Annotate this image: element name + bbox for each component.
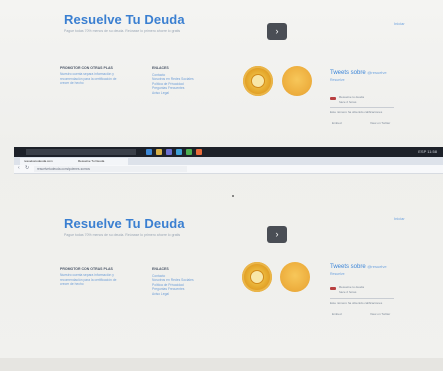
review-note: Este número ha obtenido calificaciones — [330, 110, 383, 114]
left-column-text: Nuestro cuenta separa información y reco… — [60, 273, 117, 286]
review-footer-right[interactable]: View on Twitter — [370, 121, 390, 125]
seal-badge-icon — [242, 262, 272, 292]
flag-icon — [330, 287, 336, 290]
review-title: Tweets sobre @resuelve — [330, 264, 387, 270]
screen-bottom-edge — [0, 358, 443, 371]
link-item[interactable]: Aviso Legal — [152, 292, 194, 296]
review-divider — [330, 298, 394, 299]
left-column-heading: PROMOTOR CON OTRAS PLAS — [60, 66, 113, 70]
review-title-text: Tweets sobre — [330, 70, 366, 76]
review-handle[interactable]: @resuelve — [367, 70, 386, 75]
review-handle[interactable]: @resuelve — [367, 264, 386, 269]
edge-icon[interactable] — [146, 149, 152, 155]
review-sub: Resuelve — [330, 272, 345, 276]
url-field[interactable]: resuelvetudeuda.com/quienes-somos — [34, 166, 187, 172]
hero-subtitle: Pague todas 70% menos de su deuda. Reúna… — [64, 233, 181, 237]
browser-tab-2[interactable]: Resuelve Tu Deuda — [74, 158, 128, 165]
bleed-through-text — [110, 128, 114, 140]
left-column-text: Nuestro cuenta separa información y reco… — [60, 72, 117, 85]
chrome-icon[interactable] — [186, 149, 192, 155]
links-list: Contacto Nosotros en Redes Sociales Polí… — [152, 73, 194, 95]
top-link[interactable]: Iniciar — [394, 216, 405, 221]
taskbar-search[interactable] — [26, 149, 136, 155]
browser-tab-strip: resuelvetudeuda.com Resuelve Tu Deuda — [14, 157, 443, 165]
review-footer-right[interactable]: View on Twitter — [370, 312, 390, 316]
content-panel-bottom: Resuelve Tu Deuda Pague todas 70% menos … — [40, 212, 412, 332]
mail-icon[interactable] — [176, 149, 182, 155]
browser-tab-1[interactable]: resuelvetudeuda.com — [20, 158, 74, 165]
folder-icon[interactable] — [156, 149, 162, 155]
flag-icon — [330, 97, 336, 100]
links-heading: ENLACES — [152, 66, 169, 70]
media-icon[interactable] — [196, 149, 202, 155]
review-divider — [330, 107, 394, 108]
review-meta: hace 2 horas — [339, 100, 357, 104]
hero-subtitle: Pague todas 70% menos de su deuda. Reúna… — [64, 29, 181, 33]
links-heading: ENLACES — [152, 267, 169, 271]
review-item[interactable]: Resuelve tu deuda — [339, 285, 364, 289]
hero-title: Resuelve Tu Deuda — [64, 12, 185, 27]
review-item[interactable]: Resuelve tu deuda — [339, 95, 364, 99]
review-note: Este número ha obtenido calificaciones — [330, 301, 383, 305]
store-icon[interactable] — [166, 149, 172, 155]
left-column-heading: PROMOTOR CON OTRAS PLAS — [60, 267, 113, 271]
chevron-right-icon: › — [275, 26, 279, 36]
top-link[interactable]: Iniciar — [394, 21, 405, 26]
seal-badge-icon — [243, 66, 273, 96]
content-panel-top: Resuelve Tu Deuda Pague todas 70% menos … — [40, 8, 412, 128]
system-tray[interactable]: ESP 11:58 — [418, 149, 437, 154]
review-footer-left[interactable]: Embed — [332, 121, 342, 125]
gold-badge-icon — [280, 262, 310, 292]
gold-badge-icon — [282, 66, 312, 96]
chevron-right-icon: › — [275, 229, 279, 239]
arrow-right-button[interactable]: › — [267, 23, 287, 40]
mouse-cursor — [232, 195, 234, 197]
address-bar: ‹ ↻ resuelvetudeuda.com/quienes-somos — [14, 165, 443, 174]
back-icon[interactable]: ‹ — [18, 165, 20, 171]
review-title-text: Tweets sobre — [330, 264, 366, 270]
review-meta: hace 2 horas — [339, 290, 357, 294]
review-sub: Resuelve — [330, 78, 345, 82]
review-title: Tweets sobre @resuelve — [330, 70, 387, 76]
reload-icon[interactable]: ↻ — [25, 165, 29, 171]
taskbar: ESP 11:58 — [14, 147, 443, 157]
review-footer-left[interactable]: Embed — [332, 312, 342, 316]
photographed-screen: Resuelve Tu Deuda Pague todas 70% menos … — [0, 0, 443, 371]
links-list: Contacto Nosotros en Redes Sociales Polí… — [152, 274, 194, 296]
hero-title: Resuelve Tu Deuda — [64, 216, 185, 231]
link-item[interactable]: Aviso Legal — [152, 91, 194, 95]
arrow-right-button[interactable]: › — [267, 226, 287, 243]
